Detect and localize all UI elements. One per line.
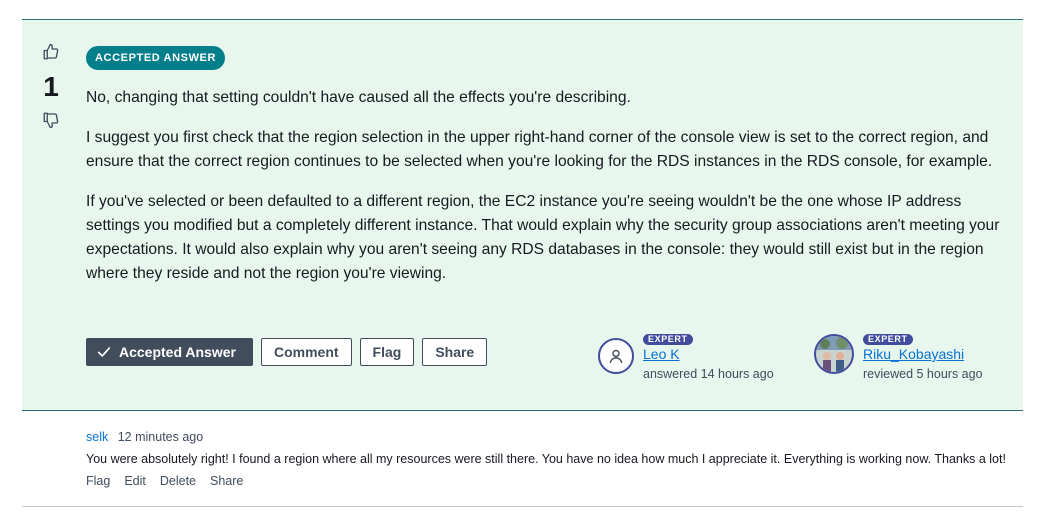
expert-badge: EXPERT (863, 334, 913, 345)
comment-edit-link[interactable]: Edit (124, 472, 146, 490)
checkmark-icon (97, 347, 111, 357)
comment-author-link[interactable]: selk (86, 430, 108, 444)
comment-header: selk 12 minutes ago (86, 428, 1016, 446)
answered-time: answered 14 hours ago (643, 367, 774, 381)
divider (22, 506, 1023, 507)
comment: selk 12 minutes ago You were absolutely … (86, 428, 1016, 490)
reviewed-time: reviewed 5 hours ago (863, 367, 983, 381)
answerer-info: EXPERT Leo K answered 14 hours ago (598, 334, 774, 383)
vote-count: 1 (43, 71, 59, 102)
share-button[interactable]: Share (422, 338, 488, 366)
reviewer-info: EXPERT Riku_Kobayashi reviewed 5 hours a… (814, 334, 983, 383)
answer-actions: Accepted Answer Comment Flag Share (86, 338, 488, 366)
avatar[interactable] (814, 334, 854, 374)
comment-text: You were absolutely right! I found a reg… (86, 452, 1006, 466)
accepted-answer-button[interactable]: Accepted Answer (86, 338, 253, 366)
comment-actions: Flag Edit Delete Share (86, 472, 1016, 490)
answer-paragraph: If you've selected or been defaulted to … (86, 193, 1000, 282)
answer-paragraph: No, changing that setting couldn't have … (86, 89, 631, 106)
thumbs-up-icon (43, 43, 59, 60)
comment-delete-link[interactable]: Delete (160, 472, 196, 490)
thumbs-down-icon (43, 112, 59, 129)
profile-photo-icon (816, 336, 852, 372)
answer-body: No, changing that setting couldn't have … (86, 86, 1014, 302)
comment-button[interactable]: Comment (260, 338, 352, 366)
accepted-answer-card: 1 ACCEPTED ANSWER No, changing that sett… (22, 19, 1023, 411)
accepted-answer-badge: ACCEPTED ANSWER (86, 46, 226, 70)
avatar[interactable] (598, 338, 634, 374)
comment-share-link[interactable]: Share (210, 472, 243, 490)
comment-time: 12 minutes ago (117, 430, 204, 444)
flag-button[interactable]: Flag (359, 338, 415, 366)
downvote-button[interactable] (41, 110, 61, 130)
answer-paragraph: I suggest you first check that the regio… (86, 129, 993, 170)
answerer-name-link[interactable]: Leo K (643, 345, 774, 363)
reviewer-name-link[interactable]: Riku_Kobayashi (863, 345, 983, 363)
expert-badge: EXPERT (643, 334, 693, 345)
vote-controls: 1 (36, 42, 66, 130)
user-icon (609, 349, 623, 364)
upvote-button[interactable] (41, 42, 61, 62)
accepted-answer-button-label: Accepted Answer (119, 344, 236, 360)
comment-flag-link[interactable]: Flag (86, 472, 110, 490)
